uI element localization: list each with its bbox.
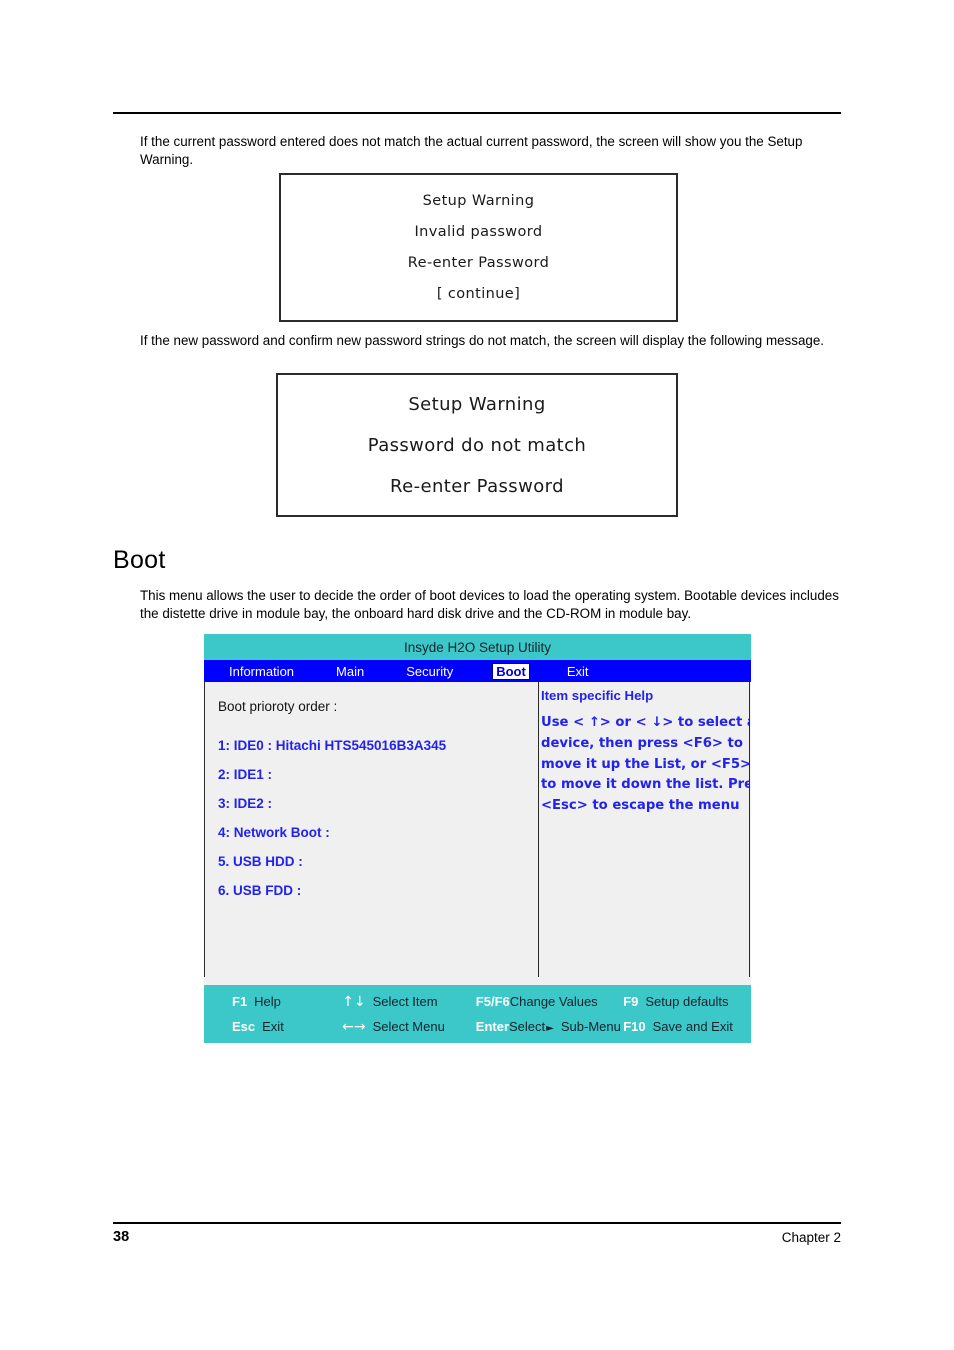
- setup-warning-password-mismatch-dialog: Setup Warning Password do not match Re-e…: [276, 373, 678, 517]
- function-key-arrows-updown[interactable]: ↑↓ Select Item: [342, 994, 476, 1010]
- tab-boot[interactable]: Boot: [492, 662, 530, 680]
- key-description: Select Item: [372, 993, 438, 1009]
- function-key-row-bottom: Esc Exit ←→ Select Menu Enter Select ► S…: [204, 1014, 751, 1039]
- bios-title: Insyde H2O Setup Utility: [403, 639, 552, 655]
- help-panel-title: Item specific Help: [541, 688, 654, 703]
- function-key-esc[interactable]: Esc Exit: [232, 1019, 342, 1034]
- key-description: Save and Exit: [652, 1019, 733, 1034]
- panel-divider-right: [749, 682, 750, 977]
- help-panel-text: Use < ↑> or < ↓> to select a device, the…: [541, 715, 749, 814]
- header-rule: [113, 112, 841, 114]
- list-item[interactable]: 5. USB HDD :: [218, 854, 534, 869]
- panel-divider: [538, 682, 539, 977]
- tab-information[interactable]: Information: [226, 663, 297, 680]
- paragraph-invalid-password-intro: If the current password entered does not…: [140, 134, 803, 167]
- dialog-line: Setup Warning: [422, 193, 535, 209]
- bios-function-key-bar: F1 Help ↑↓ Select Item F5/F6 Change Valu…: [204, 985, 751, 1043]
- key-description: Change Values: [509, 994, 598, 1009]
- chapter-label: Chapter 2: [781, 1230, 841, 1245]
- key-label: Enter: [475, 1019, 510, 1034]
- key-description: Select Menu: [372, 1018, 445, 1034]
- key-label: F10: [623, 1019, 646, 1034]
- boot-device-list: 1: IDE0 : Hitachi HTS545016B3A345 2: IDE…: [218, 738, 534, 898]
- bios-body: Boot prioroty order : 1: IDE0 : Hitachi …: [204, 682, 751, 985]
- function-key-arrows-leftright[interactable]: ←→ Select Menu: [342, 1019, 476, 1035]
- function-key-f9[interactable]: F9 Setup defaults: [623, 994, 751, 1009]
- list-item[interactable]: 6. USB FDD :: [218, 883, 534, 898]
- dialog-line: Setup Warning: [408, 393, 546, 415]
- key-label: F5/F6: [475, 994, 510, 1009]
- function-key-f5-f6[interactable]: F5/F6 Change Values: [476, 994, 623, 1009]
- dialog-continue-button[interactable]: [ continue]: [437, 286, 520, 302]
- function-key-enter[interactable]: Enter Select ► Sub-Menu: [476, 1019, 623, 1034]
- boot-order-label: Boot prioroty order :: [218, 699, 338, 714]
- boot-priority-panel: Boot prioroty order : 1: IDE0 : Hitachi …: [218, 682, 534, 912]
- tab-main[interactable]: Main: [333, 663, 367, 680]
- key-description: Setup defaults: [645, 994, 729, 1009]
- document-page: If the current password entered does not…: [0, 0, 954, 1350]
- list-item[interactable]: 1: IDE0 : Hitachi HTS545016B3A345: [218, 738, 534, 753]
- page-number: 38: [113, 1229, 130, 1245]
- key-description-submenu: Sub-Menu: [560, 1019, 621, 1034]
- function-key-f10[interactable]: F10 Save and Exit: [623, 1019, 751, 1034]
- bios-setup-screen: Insyde H2O Setup Utility Information Mai…: [204, 634, 751, 1043]
- function-key-row-top: F1 Help ↑↓ Select Item F5/F6 Change Valu…: [204, 989, 751, 1014]
- page-title: Boot: [113, 546, 166, 574]
- bios-title-bar: Insyde H2O Setup Utility: [204, 634, 751, 660]
- list-item[interactable]: 2: IDE1 :: [218, 767, 534, 782]
- setup-warning-invalid-password-dialog: Setup Warning Invalid password Re-enter …: [279, 173, 678, 322]
- key-label: F9: [623, 994, 639, 1009]
- key-label: F1: [232, 994, 248, 1009]
- arrow-leftright-icon: ←→: [342, 1018, 366, 1035]
- function-key-f1[interactable]: F1 Help: [232, 994, 342, 1009]
- key-description: Exit: [262, 1019, 284, 1034]
- dialog-line: Re-enter Password: [407, 255, 550, 271]
- triangle-right-icon: ►: [546, 1023, 554, 1034]
- dialog-line: Re-enter Password: [390, 475, 564, 497]
- dialog-line: Password do not match: [367, 434, 587, 456]
- key-description: Help: [254, 994, 281, 1009]
- paragraph-password-mismatch-intro: If the new password and confirm new pass…: [140, 333, 825, 348]
- panel-divider-left: [204, 682, 205, 977]
- footer-rule: [113, 1222, 841, 1224]
- paragraph-boot-description: This menu allows the user to decide the …: [140, 588, 839, 621]
- key-label: Esc: [232, 1019, 256, 1034]
- list-item[interactable]: 3: IDE2 :: [218, 796, 534, 811]
- tab-security[interactable]: Security: [403, 663, 456, 680]
- item-specific-help-panel: Item specific Help Use < ↑> or < ↓> to s…: [541, 682, 749, 977]
- dialog-line: Invalid password: [414, 224, 543, 240]
- key-description: Select: [509, 1019, 546, 1034]
- arrow-updown-icon: ↑↓: [342, 993, 366, 1010]
- bios-menu-bar: Information Main Security Boot Exit: [204, 660, 751, 682]
- list-item[interactable]: 4: Network Boot :: [218, 825, 534, 840]
- tab-exit[interactable]: Exit: [564, 663, 592, 680]
